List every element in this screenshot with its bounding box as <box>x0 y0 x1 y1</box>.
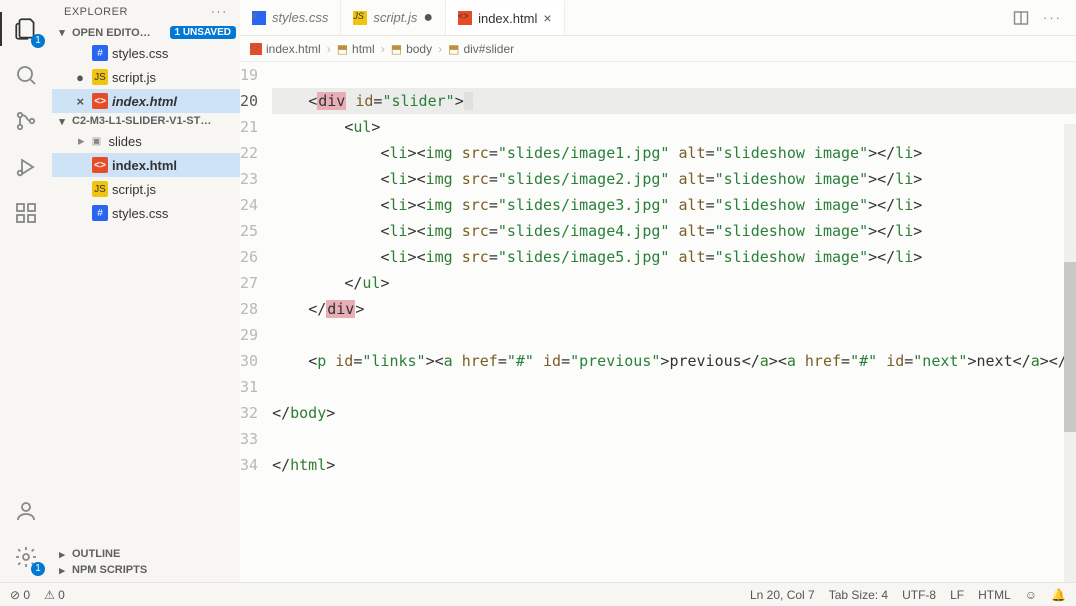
code-content[interactable]: <div id="slider"> <ul> <li><img src="sli… <box>272 62 1076 582</box>
account-icon[interactable] <box>5 490 47 532</box>
warnings-count[interactable]: ⚠ 0 <box>44 588 65 602</box>
open-editor-item[interactable]: × <> index.html <box>52 89 240 113</box>
tag-icon: ⬒ <box>337 42 348 56</box>
chevron-right-icon: ▸ <box>56 564 68 576</box>
html-file-icon: <> <box>458 11 472 25</box>
breadcrumb: <>index.html › ⬒html › ⬒body › ⬒div#slid… <box>240 36 1076 62</box>
bell-icon[interactable]: 🔔 <box>1051 588 1066 602</box>
html-file-icon: <> <box>250 43 262 55</box>
breadcrumb-item[interactable]: ⬒html <box>337 42 375 56</box>
tab-size[interactable]: Tab Size: 4 <box>829 588 888 602</box>
cursor-position[interactable]: Ln 20, Col 7 <box>750 588 815 602</box>
folder-tree: ▸ ▣ slides <> index.html JS script.js # … <box>52 129 240 225</box>
tab-script-js[interactable]: JS script.js ● <box>341 0 446 35</box>
tab-index-html[interactable]: <> index.html × <box>446 0 564 35</box>
folder-icon: ▣ <box>89 133 105 149</box>
minimap-thumb[interactable] <box>1064 262 1076 432</box>
chevron-right-icon: › <box>438 42 442 56</box>
explorer-title: EXPLORER <box>64 6 128 18</box>
open-editors-header[interactable]: ▾ OPEN EDITO… 1 UNSAVED <box>52 24 240 41</box>
tab-styles-css[interactable]: # styles.css <box>240 0 341 35</box>
more-icon[interactable]: ··· <box>211 6 228 18</box>
git-icon[interactable] <box>5 100 47 142</box>
css-file-icon: # <box>92 45 108 61</box>
tag-icon: ⬒ <box>391 42 402 56</box>
encoding[interactable]: UTF-8 <box>902 588 936 602</box>
extensions-icon[interactable] <box>5 192 47 234</box>
chevron-right-icon: ▸ <box>78 133 85 149</box>
tag-icon: ⬒ <box>448 42 459 56</box>
chevron-down-icon: ▾ <box>56 27 68 39</box>
files-badge: 1 <box>31 34 45 48</box>
breadcrumb-item[interactable]: <>index.html <box>250 42 321 56</box>
open-editor-item[interactable]: ● JS script.js <box>52 65 240 89</box>
html-file-icon: <> <box>92 93 108 109</box>
tree-file[interactable]: <> index.html <box>52 153 240 177</box>
unsaved-badge: 1 UNSAVED <box>170 26 237 39</box>
gear-badge: 1 <box>31 562 45 576</box>
more-icon[interactable]: ··· <box>1043 10 1062 26</box>
css-file-icon: # <box>252 11 266 25</box>
chevron-right-icon: › <box>381 42 385 56</box>
feedback-icon[interactable]: ☺ <box>1025 588 1037 602</box>
outline-header[interactable]: ▸ OUTLINE <box>52 546 240 562</box>
npm-scripts-header[interactable]: ▸ NPM SCRIPTS <box>52 562 240 578</box>
dirty-dot-icon: ● <box>423 10 433 26</box>
code-editor[interactable]: 19202122232425262728293031323334 <div id… <box>240 62 1076 582</box>
close-icon[interactable]: × <box>543 10 551 26</box>
eol[interactable]: LF <box>950 588 964 602</box>
split-editor-icon[interactable] <box>1013 10 1029 26</box>
js-file-icon: JS <box>92 69 108 85</box>
explorer-sidebar: EXPLORER ··· ▾ OPEN EDITO… 1 UNSAVED # s… <box>52 0 240 582</box>
open-editors-list: # styles.css ● JS script.js × <> index.h… <box>52 41 240 113</box>
css-file-icon: # <box>92 205 108 221</box>
js-file-icon: JS <box>92 181 108 197</box>
line-number-gutter: 19202122232425262728293031323334 <box>240 62 272 582</box>
status-bar: ⊘ 0 ⚠ 0 Ln 20, Col 7 Tab Size: 4 UTF-8 L… <box>0 582 1076 606</box>
close-icon[interactable]: × <box>72 94 88 109</box>
chevron-right-icon: › <box>327 42 331 56</box>
tree-file[interactable]: JS script.js <box>52 177 240 201</box>
html-file-icon: <> <box>92 157 108 173</box>
folder-header[interactable]: ▾ C2-M3-L1-SLIDER-V1-ST… <box>52 113 240 129</box>
search-icon[interactable] <box>5 54 47 96</box>
js-file-icon: JS <box>353 11 367 25</box>
dirty-dot-icon: ● <box>72 70 88 85</box>
tree-file[interactable]: # styles.css <box>52 201 240 225</box>
files-icon[interactable]: 1 <box>5 8 47 50</box>
editor-group: # styles.css JS script.js ● <> index.htm… <box>240 0 1076 582</box>
activity-bar: 1 1 <box>0 0 52 582</box>
language-mode[interactable]: HTML <box>978 588 1011 602</box>
tree-folder[interactable]: ▸ ▣ slides <box>52 129 240 153</box>
tabs-bar: # styles.css JS script.js ● <> index.htm… <box>240 0 1076 36</box>
chevron-down-icon: ▾ <box>56 115 68 127</box>
errors-count[interactable]: ⊘ 0 <box>10 588 30 602</box>
gear-icon[interactable]: 1 <box>5 536 47 578</box>
chevron-right-icon: ▸ <box>56 548 68 560</box>
breadcrumb-item[interactable]: ⬒div#slider <box>448 42 514 56</box>
breadcrumb-item[interactable]: ⬒body <box>391 42 432 56</box>
open-editor-item[interactable]: # styles.css <box>52 41 240 65</box>
debug-icon[interactable] <box>5 146 47 188</box>
